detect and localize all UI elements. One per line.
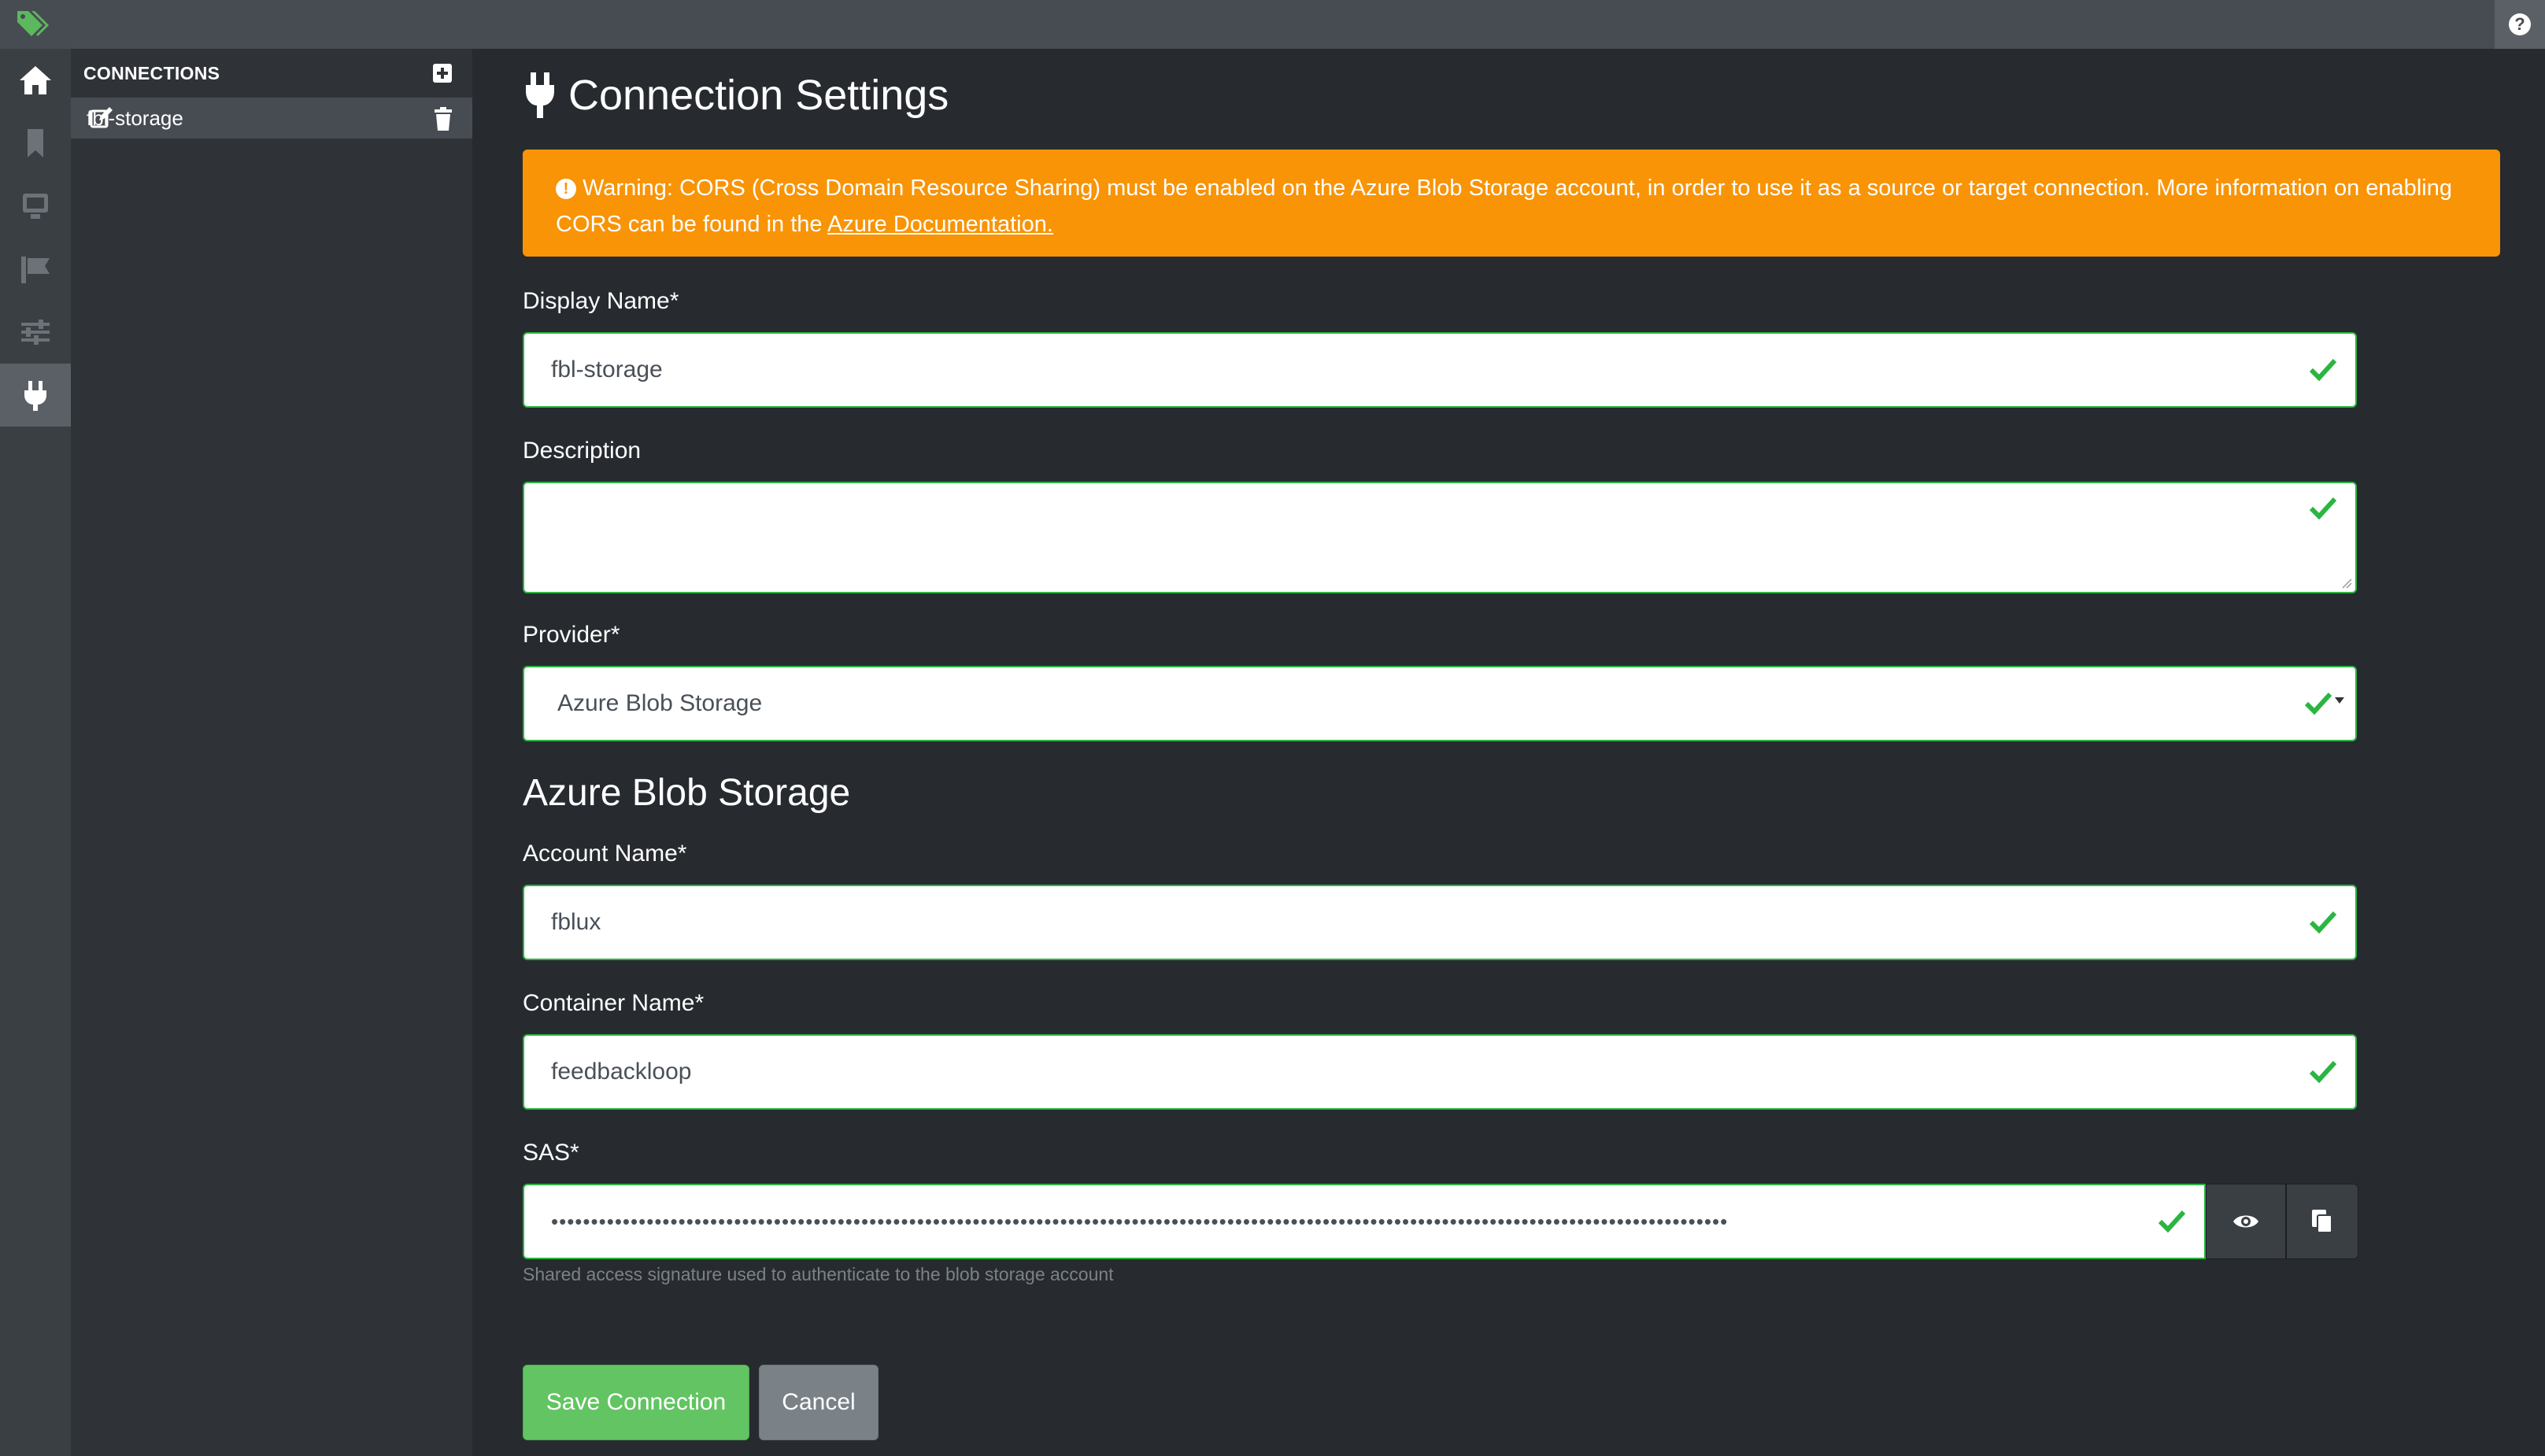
connections-title: CONNECTIONS [83, 62, 220, 83]
sas-help-text: Shared access signature used to authenti… [523, 1264, 1114, 1284]
add-connection-icon[interactable] [433, 64, 452, 83]
description-label: Description [523, 438, 642, 464]
home-icon [20, 66, 51, 94]
resize-grip-icon[interactable] [2341, 578, 2352, 589]
tags-icon[interactable] [16, 8, 50, 39]
copy-icon [2312, 1210, 2332, 1233]
check-icon [2305, 692, 2332, 715]
chevron-down-icon [2335, 697, 2344, 704]
nav-connections[interactable] [0, 364, 71, 427]
connection-item-fbl-storage[interactable]: fbl-storage [71, 98, 472, 139]
page-title-text: Connection Settings [568, 72, 949, 119]
cors-warning: ! Warning: CORS (Cross Domain Resource Sh… [523, 150, 2500, 257]
display-name-label: Display Name* [523, 288, 679, 314]
connections-header: CONNECTIONS [71, 49, 472, 98]
exclamation-icon: ! [556, 179, 576, 199]
trash-icon[interactable] [433, 107, 453, 131]
check-icon [2310, 1060, 2336, 1083]
provider-value: Azure Blob Storage [557, 690, 763, 716]
provider-label: Provider* [523, 622, 620, 648]
account-name-input[interactable]: fblux [523, 885, 2357, 960]
help-button[interactable]: ? [2495, 0, 2545, 49]
flag-icon [21, 257, 50, 283]
sas-label: SAS* [523, 1140, 579, 1166]
eye-icon [2233, 1215, 2258, 1228]
copy-sas-button[interactable] [2286, 1184, 2358, 1259]
help-icon: ? [2509, 13, 2531, 35]
description-textarea[interactable] [523, 482, 2357, 593]
top-bar: ? [0, 0, 2545, 49]
page-title: Connection Settings [523, 71, 949, 120]
section-title: Azure Blob Storage [523, 772, 851, 814]
sliders-icon [21, 320, 50, 345]
bookmark-icon [28, 129, 43, 157]
sas-value: ••••••••••••••••••••••••••••••••••••••••… [551, 1210, 1729, 1233]
account-name-label: Account Name* [523, 841, 687, 867]
connection-item-label: fbl-storage [87, 105, 183, 130]
cancel-button[interactable]: Cancel [759, 1365, 879, 1440]
check-icon [2158, 1210, 2185, 1232]
check-icon [2310, 358, 2336, 381]
check-icon [2310, 497, 2336, 519]
account-name-value: fblux [551, 909, 601, 935]
display-name-value: fbl-storage [551, 357, 663, 382]
nav-monitor[interactable] [0, 175, 71, 238]
connections-panel: CONNECTIONS fbl-storage [71, 49, 472, 1456]
monitor-icon [23, 194, 48, 219]
plug-icon [526, 72, 554, 118]
azure-docs-link[interactable]: Azure Documentation. [827, 212, 1053, 237]
nav-settings[interactable] [0, 301, 71, 364]
container-name-label: Container Name* [523, 990, 705, 1016]
sas-input[interactable]: ••••••••••••••••••••••••••••••••••••••••… [523, 1184, 2206, 1259]
save-connection-button[interactable]: Save Connection [523, 1365, 749, 1440]
nav-home[interactable] [0, 49, 71, 112]
plug-icon [24, 381, 46, 411]
container-name-input[interactable]: feedbackloop [523, 1034, 2357, 1110]
check-icon [2310, 911, 2336, 933]
display-name-input[interactable]: fbl-storage [523, 332, 2357, 408]
nav-bookmarks[interactable] [0, 112, 71, 175]
show-sas-button[interactable] [2206, 1184, 2286, 1259]
icon-rail [0, 49, 71, 1456]
container-name-value: feedbackloop [551, 1059, 692, 1085]
provider-select[interactable]: Azure Blob Storage [523, 666, 2357, 741]
nav-flag[interactable] [0, 238, 71, 301]
